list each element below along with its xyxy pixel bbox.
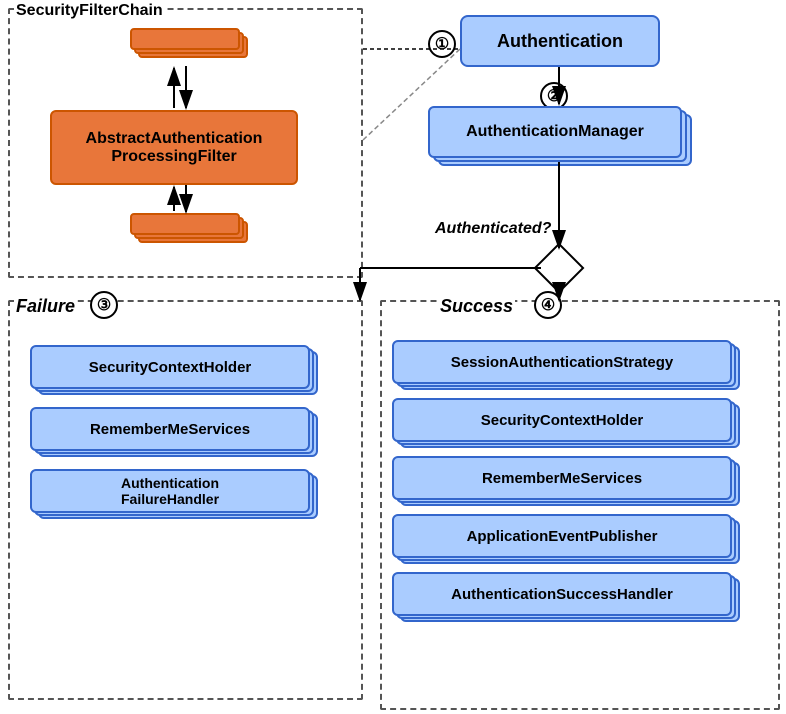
failure-item-3: AuthenticationFailureHandler: [30, 469, 325, 517]
abstract-auth-box: AbstractAuthenticationProcessingFilter: [50, 110, 298, 185]
success-item-1: SessionAuthenticationStrategy: [392, 340, 747, 388]
badge-1: ①: [428, 30, 456, 58]
success-item-5: AuthenticationSuccessHandler: [392, 572, 747, 620]
auth-manager-label: AuthenticationManager: [466, 123, 644, 141]
success-components: SessionAuthenticationStrategy SecurityCo…: [392, 340, 747, 620]
success-item-3: RememberMeServices: [392, 456, 747, 504]
success-label: Success: [438, 296, 515, 317]
failure-item-1: SecurityContextHolder: [30, 345, 325, 393]
failure-label: Failure: [14, 296, 77, 317]
decision-diamond: [534, 243, 585, 294]
badge-3: ③: [90, 291, 118, 319]
failure-item-2: RememberMeServices: [30, 407, 325, 455]
bottom-filter-icon: [130, 213, 246, 251]
success-item-4: ApplicationEventPublisher: [392, 514, 747, 562]
authentication-label: Authentication: [497, 31, 623, 52]
security-filter-chain-label: SecurityFilterChain: [14, 2, 165, 20]
abstract-auth-label: AbstractAuthenticationProcessingFilter: [86, 130, 263, 166]
authenticated-question: Authenticated?: [435, 220, 551, 238]
badge-4: ④: [534, 291, 562, 319]
top-filter-icon: [130, 28, 246, 66]
diagram-container: SecurityFilterChain AbstractAuthenticati…: [0, 0, 786, 714]
success-item-2: SecurityContextHolder: [392, 398, 747, 446]
failure-components: SecurityContextHolder RememberMeServices…: [30, 345, 325, 517]
authentication-box: Authentication: [460, 15, 660, 67]
